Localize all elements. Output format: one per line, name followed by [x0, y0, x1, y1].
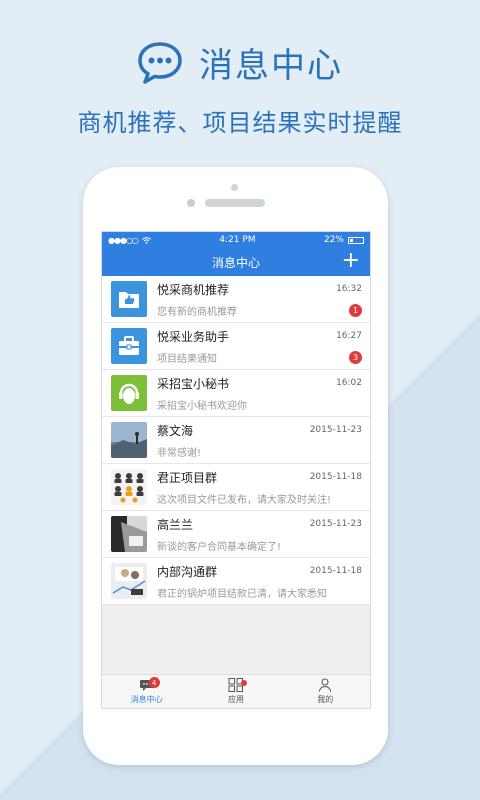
user-photo-avatar	[111, 516, 147, 552]
tab-notification-dot	[240, 680, 247, 686]
phone-screen: ●●●○○ 4:21 PM 22% 消息中心 + 悦采商机推荐 16:32 您有…	[101, 231, 371, 709]
message-body: 悦采业务助手 16:27 项目结果通知 3	[157, 328, 362, 365]
message-preview: 项目结果通知	[157, 353, 217, 365]
message-preview: 您有新的商机推荐	[157, 306, 237, 318]
phone-sensor	[187, 199, 195, 207]
message-row[interactable]: 君正项目群 2015-11-18 这次项目文件已发布，请大家及时关注!	[102, 464, 370, 511]
message-preview: 君正的锅炉项目结款已清，请大家悉知	[157, 588, 327, 600]
hero-section: 消息中心 商机推荐、项目结果实时提醒	[0, 38, 480, 138]
message-bottom: 您有新的商机推荐 1	[157, 303, 362, 318]
message-time: 2015-11-18	[309, 566, 362, 576]
message-row[interactable]: 悦采业务助手 16:27 项目结果通知 3	[102, 323, 370, 370]
message-bottom: 项目结果通知 3	[157, 350, 362, 365]
nav-bar: 消息中心 +	[102, 248, 370, 276]
message-body: 君正项目群 2015-11-18 这次项目文件已发布，请大家及时关注!	[157, 469, 362, 506]
message-sender: 悦采商机推荐	[157, 282, 230, 297]
group-avatar	[111, 563, 147, 599]
message-top: 君正项目群 2015-11-18	[157, 469, 362, 486]
tab-label: 我的	[317, 695, 334, 704]
message-preview: 新谈的客户合同基本确定了!	[157, 541, 282, 553]
message-time: 16:27	[336, 331, 362, 341]
message-top: 蔡文海 2015-11-23	[157, 422, 362, 439]
message-preview: 非常感谢!	[157, 447, 202, 459]
status-bar: ●●●○○ 4:21 PM 22%	[102, 232, 370, 248]
message-row[interactable]: 蔡文海 2015-11-23 非常感谢!	[102, 417, 370, 464]
message-preview: 采招宝小秘书欢迎你	[157, 400, 247, 412]
tab-profile[interactable]: 我的	[281, 675, 370, 708]
group-avatar	[111, 469, 147, 505]
message-row[interactable]: 内部沟通群 2015-11-18 君正的锅炉项目结款已清，请大家悉知	[102, 558, 370, 605]
battery-percent: 22%	[323, 235, 344, 245]
message-bottom: 新谈的客户合同基本确定了!	[157, 538, 362, 553]
message-sender: 蔡文海	[157, 423, 194, 438]
hero-subtitle: 商机推荐、项目结果实时提醒	[77, 109, 403, 137]
message-bottom: 这次项目文件已发布，请大家及时关注!	[157, 491, 362, 506]
wifi-icon	[142, 236, 151, 244]
unread-badge: 3	[349, 350, 362, 364]
phone-camera	[231, 184, 238, 191]
status-time: 4:21 PM	[219, 235, 256, 245]
message-row[interactable]: 采招宝小秘书 16:02 采招宝小秘书欢迎你	[102, 370, 370, 417]
message-row[interactable]: 悦采商机推荐 16:32 您有新的商机推荐 1	[102, 276, 370, 323]
message-top: 采招宝小秘书 16:02	[157, 375, 362, 392]
phone-frame: ●●●○○ 4:21 PM 22% 消息中心 + 悦采商机推荐 16:32 您有…	[83, 167, 388, 765]
message-sender: 采招宝小秘书	[157, 376, 230, 391]
message-top: 内部沟通群 2015-11-18	[157, 563, 362, 580]
hero-title-row: 消息中心	[0, 38, 480, 87]
message-preview: 这次项目文件已发布，请大家及时关注!	[157, 494, 332, 506]
message-bottom: 君正的锅炉项目结款已清，请大家悉知	[157, 585, 362, 600]
tab-unread-badge: 4	[148, 677, 160, 688]
message-time: 2015-11-23	[309, 425, 362, 435]
message-top: 高兰兰 2015-11-23	[157, 516, 362, 533]
battery-group: 22%	[324, 235, 364, 245]
unread-badge: 1	[349, 303, 362, 317]
briefcase-icon	[111, 328, 147, 364]
signal-icon: ●●●○○	[108, 235, 139, 245]
user-icon	[319, 678, 332, 692]
message-body: 高兰兰 2015-11-23 新谈的客户合同基本确定了!	[157, 516, 362, 553]
headset-icon	[111, 375, 147, 411]
message-sender: 悦采业务助手	[157, 329, 230, 344]
add-button[interactable]: +	[342, 250, 360, 272]
message-time: 16:32	[336, 284, 362, 294]
tab-label: 消息中心	[130, 695, 163, 704]
folder-thumbs-icon	[111, 281, 147, 317]
user-photo-avatar	[111, 422, 147, 458]
tab-label: 应用	[227, 695, 244, 704]
message-sender: 高兰兰	[157, 517, 194, 532]
tab-bar: 4 消息中心 应用 我的	[102, 674, 370, 708]
message-time: 2015-11-18	[309, 472, 362, 482]
message-bottom: 非常感谢!	[157, 444, 362, 459]
signal-group: ●●●○○	[108, 236, 151, 245]
message-list: 悦采商机推荐 16:32 您有新的商机推荐 1 悦采业务助手 16:27 项目结…	[102, 276, 370, 605]
message-sender: 君正项目群	[157, 470, 218, 485]
message-time: 2015-11-23	[309, 519, 362, 529]
phone-speaker	[205, 199, 265, 207]
tab-messages[interactable]: 4 消息中心	[102, 675, 191, 708]
battery-icon	[348, 236, 364, 244]
message-body: 内部沟通群 2015-11-18 君正的锅炉项目结款已清，请大家悉知	[157, 563, 362, 600]
message-row[interactable]: 高兰兰 2015-11-23 新谈的客户合同基本确定了!	[102, 511, 370, 558]
message-sender: 内部沟通群	[157, 564, 218, 579]
message-top: 悦采商机推荐 16:32	[157, 281, 362, 298]
hero-title: 消息中心	[199, 46, 343, 86]
message-bottom: 采招宝小秘书欢迎你	[157, 397, 362, 412]
message-time: 16:02	[336, 378, 362, 388]
message-body: 蔡文海 2015-11-23 非常感谢!	[157, 422, 362, 459]
message-body: 采招宝小秘书 16:02 采招宝小秘书欢迎你	[157, 375, 362, 412]
chat-bubble-icon	[138, 41, 182, 84]
message-top: 悦采业务助手 16:27	[157, 328, 362, 345]
nav-title: 消息中心	[211, 255, 260, 270]
tab-apps[interactable]: 应用	[191, 675, 280, 708]
message-body: 悦采商机推荐 16:32 您有新的商机推荐 1	[157, 281, 362, 318]
